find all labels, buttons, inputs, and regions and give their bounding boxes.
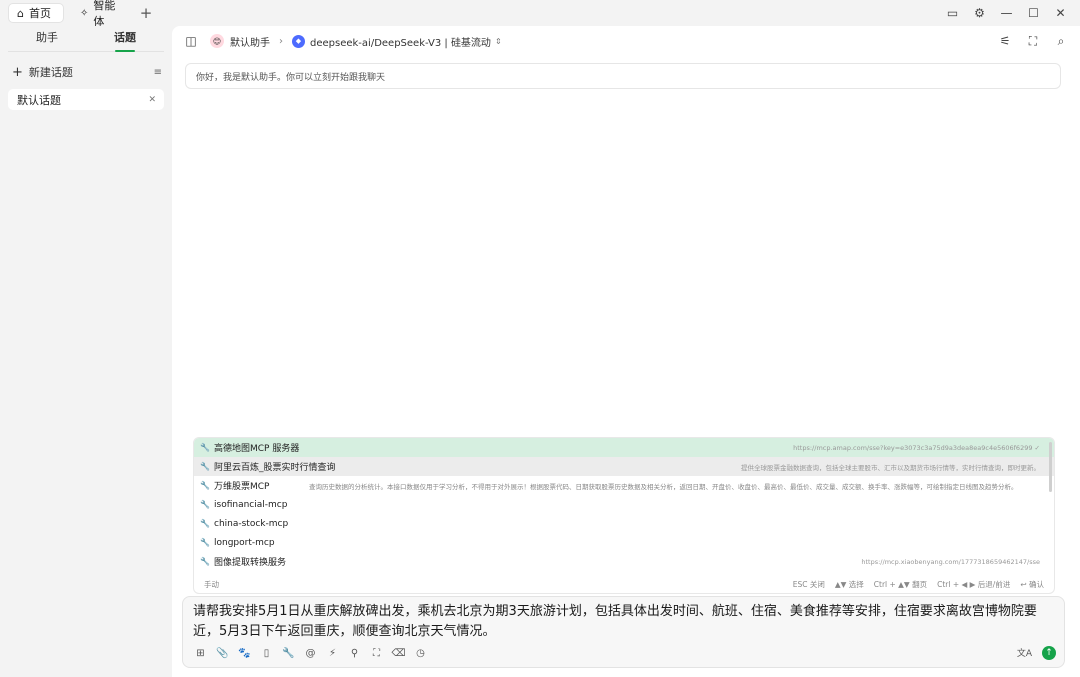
wrench-icon: 🔧 xyxy=(200,462,210,471)
sidebar-toggle-icon[interactable]: ◫ xyxy=(182,32,200,50)
plus-icon: + xyxy=(12,64,23,80)
minimize-button[interactable]: — xyxy=(993,0,1020,26)
document-icon[interactable]: ▯ xyxy=(258,645,275,662)
popup-footer: 手动 ESC 关闭 ▲▼ 选择 Ctrl + ▲▼ 翻页 Ctrl + ◀ ▶ … xyxy=(194,576,1054,593)
wrench-icon: 🔧 xyxy=(200,519,210,528)
send-button[interactable]: ↑ xyxy=(1042,645,1056,660)
chat-header: ◫ 😊 默认助手 › ◆ deepseek-ai/DeepSeek-V3 | 硅… xyxy=(172,26,1080,56)
gear-icon[interactable]: ⚙ xyxy=(966,0,993,26)
translate-icon[interactable]: 文A xyxy=(1016,644,1033,661)
sidebar: 助手 话题 + 新建话题 ≡ 默认话题 ✕ xyxy=(0,26,172,677)
deepseek-logo-icon: ◆ xyxy=(292,34,305,48)
input-toolbar: ⊞ 📎 🐾 ▯ 🔧 @ ⚡ ⚲ ⛶ ⌫ ◷ xyxy=(192,645,429,662)
new-topic-label: 新建话题 xyxy=(28,66,73,79)
mcp-server-popup: 🔧 高德地图MCP 服务器 https://mcp.amap.com/sse?k… xyxy=(193,437,1055,594)
topic-label: 默认话题 xyxy=(17,93,61,107)
input-actions: 文A ↑ xyxy=(1016,644,1056,661)
new-chat-icon[interactable]: ⊞ xyxy=(192,645,209,662)
paw-icon[interactable]: 🐾 xyxy=(236,645,253,662)
home-icon: ⌂ xyxy=(17,6,24,20)
list-item[interactable]: 🔧 图像提取转换服务 https://mcp.xiaobenyang.com/1… xyxy=(194,552,1054,571)
hint-select: ▲▼ 选择 xyxy=(834,580,864,589)
sparkle-icon: ✧ xyxy=(80,7,89,19)
paperclip-icon[interactable]: 📎 xyxy=(214,645,231,662)
close-icon[interactable]: ✕ xyxy=(148,95,156,105)
tab-agents-label: 智能体 xyxy=(93,0,116,28)
maximize-button[interactable]: ☐ xyxy=(1020,0,1047,26)
wrench-icon: 🔧 xyxy=(200,557,210,566)
header-actions: ⚟ ⛶ ⌕ xyxy=(996,32,1070,50)
assistant-name[interactable]: 默认助手 xyxy=(230,34,270,49)
close-button[interactable]: ✕ xyxy=(1047,0,1074,26)
clock-icon[interactable]: ◷ xyxy=(412,645,429,662)
sidebar-tabs: 助手 话题 xyxy=(8,28,164,52)
window-controls: ▭ ⚙ — ☐ ✕ xyxy=(939,0,1074,26)
breadcrumb: 😊 默认助手 › ◆ deepseek-ai/DeepSeek-V3 | 硅基流… xyxy=(210,34,502,49)
scrollbar[interactable] xyxy=(1049,442,1052,492)
pin-icon[interactable]: ⚲ xyxy=(346,645,363,662)
tab-home[interactable]: ⌂ 首页 xyxy=(8,3,64,23)
hint-page: Ctrl + ▲▼ 翻页 xyxy=(873,580,928,589)
mention-icon[interactable]: @ xyxy=(302,645,319,662)
title-bar: ⌂ 首页 ✧ 智能体 + ▭ ⚙ — ☐ ✕ xyxy=(0,0,1080,28)
new-topic-button[interactable]: + 新建话题 ≡ xyxy=(12,61,162,83)
sort-icon[interactable]: ≡ xyxy=(154,67,162,78)
list-item[interactable]: 🔧 longport-mcp xyxy=(194,533,1054,552)
model-selector[interactable]: deepseek-ai/DeepSeek-V3 | 硅基流动 xyxy=(310,34,491,49)
eraser-icon[interactable]: ⌫ xyxy=(390,645,407,662)
settings-sliders-icon[interactable]: ⚟ xyxy=(996,32,1014,50)
fullscreen-icon[interactable]: ⛶ xyxy=(1024,32,1042,50)
hint-esc: ESC 关闭 xyxy=(792,580,825,589)
tab-agents[interactable]: ✧ 智能体 xyxy=(72,0,132,28)
greeting-message: 你好，我是默认助手。你可以立刻开始跟我聊天 xyxy=(185,63,1061,89)
wrench-icon: 🔧 xyxy=(200,500,210,509)
hint-confirm: ↩ 确认 xyxy=(1020,580,1044,589)
wrench-icon: 🔧 xyxy=(200,538,210,547)
list-item[interactable]: 🔧 isofinancial-mcp xyxy=(194,495,1054,514)
chevron-updown-icon[interactable]: ⇕ xyxy=(495,37,502,46)
footer-mode: 手动 xyxy=(204,580,219,589)
wrench-icon: 🔧 xyxy=(200,481,210,490)
message-input-box[interactable]: 请帮我安排5月1日从重庆解放碑出发，乘机去北京为期3天旅游计划，包括具体出发时间… xyxy=(182,596,1065,668)
hint-nav: Ctrl + ◀ ▶ 后退/前进 xyxy=(937,580,1011,589)
wrench-icon: 🔧 xyxy=(200,443,210,452)
search-icon[interactable]: ⌕ xyxy=(1052,32,1070,50)
expand-icon[interactable]: ⛶ xyxy=(368,645,385,662)
main-panel: ◫ 😊 默认助手 › ◆ deepseek-ai/DeepSeek-V3 | 硅… xyxy=(172,26,1080,677)
message-input[interactable]: 请帮我安排5月1日从重庆解放碑出发，乘机去北京为期3天旅游计划，包括具体出发时间… xyxy=(193,602,1053,642)
mcp-tools-icon[interactable]: 🔧 xyxy=(280,645,297,662)
list-item[interactable]: 🔧 万维股票MCP 查询历史数据的分析统计。本接口数据仅用于学习分析，不得用于对… xyxy=(194,476,1054,495)
list-item[interactable]: 🔧 china-stock-mcp xyxy=(194,514,1054,533)
tab-home-label: 首页 xyxy=(28,7,51,20)
list-item[interactable]: 🔧 高德地图MCP 服务器 https://mcp.amap.com/sse?k… xyxy=(194,438,1054,457)
new-tab-button[interactable]: + xyxy=(138,4,154,22)
chevron-right-icon: › xyxy=(279,35,283,47)
assistant-avatar: 😊 xyxy=(210,34,224,48)
lightning-icon[interactable]: ⚡ xyxy=(324,645,341,662)
list-item[interactable]: 🔧 阿里云百炼_股票实时行情查询 提供全球股票金融数据查询，包括全球主要股市、汇… xyxy=(194,457,1054,476)
monitor-icon[interactable]: ▭ xyxy=(939,0,966,26)
tab-assistants[interactable]: 助手 xyxy=(8,28,86,51)
sidebar-item-default-topic[interactable]: 默认话题 ✕ xyxy=(8,89,164,110)
tab-topics[interactable]: 话题 xyxy=(86,28,164,51)
